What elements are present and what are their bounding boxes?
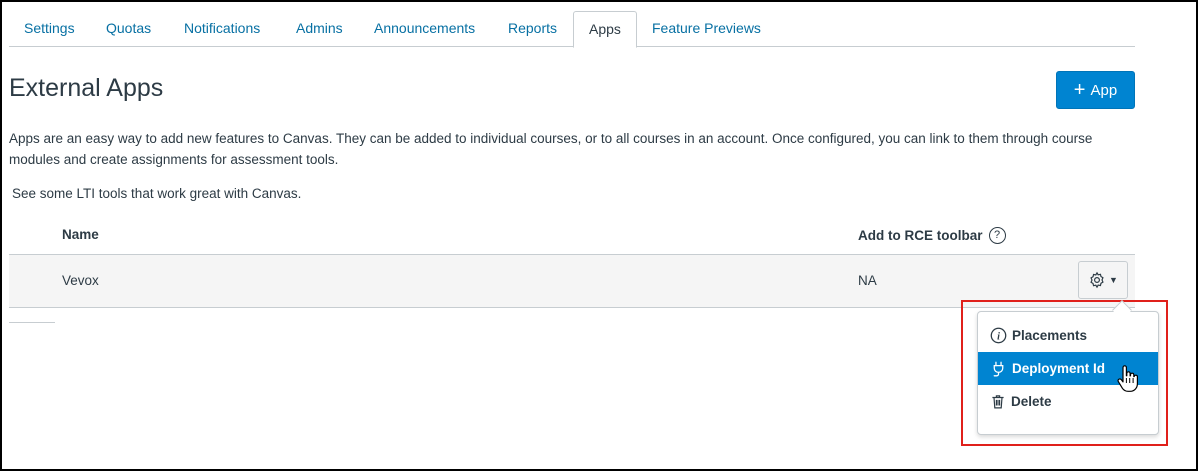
tab-announcements[interactable]: Announcements <box>359 11 490 47</box>
tab-notifications[interactable]: Notifications <box>169 11 275 47</box>
page-title: External Apps <box>9 74 164 102</box>
tab-settings[interactable]: Settings <box>9 11 90 47</box>
add-app-button[interactable]: + App <box>1056 71 1135 109</box>
menu-item-placements[interactable]: i Placements <box>978 319 1158 352</box>
apps-description: Apps are an easy way to add new features… <box>9 131 1093 167</box>
plus-icon: + <box>1073 79 1086 101</box>
tab-feature-previews[interactable]: Feature Previews <box>637 11 776 47</box>
app-name-cell: Vevox <box>62 273 99 288</box>
tab-apps[interactable]: Apps <box>573 11 637 48</box>
column-header-name: Name <box>62 227 99 242</box>
chevron-down-icon: ▼ <box>1109 275 1118 285</box>
plug-icon <box>993 361 1004 376</box>
trash-icon <box>992 395 1004 409</box>
rce-toolbar-cell: NA <box>858 273 877 288</box>
help-icon[interactable]: ? <box>988 227 1006 244</box>
hand-cursor-icon <box>1117 365 1138 392</box>
app-settings-button[interactable]: ▼ <box>1078 261 1128 299</box>
svg-text:i: i <box>997 331 1000 342</box>
menu-item-label: Deployment Id <box>1012 361 1106 376</box>
menu-item-label: Placements <box>1012 328 1088 343</box>
tab-reports[interactable]: Reports <box>493 11 572 47</box>
lti-tools-text: See some LTI tools that work great with … <box>12 186 302 201</box>
tab-admins[interactable]: Admins <box>281 11 358 47</box>
gear-icon <box>1090 271 1104 289</box>
menu-item-label: Delete <box>1011 394 1052 409</box>
column-header-rce-label: Add to RCE toolbar <box>858 228 983 243</box>
info-icon: i <box>990 327 1007 344</box>
tab-quotas[interactable]: Quotas <box>91 11 166 47</box>
divider <box>9 322 55 323</box>
column-header-rce-toolbar: Add to RCE toolbar ? <box>858 227 1006 244</box>
add-app-button-label: App <box>1090 81 1118 99</box>
account-tabs: Settings Quotas Notifications Admins Ann… <box>9 11 1135 48</box>
